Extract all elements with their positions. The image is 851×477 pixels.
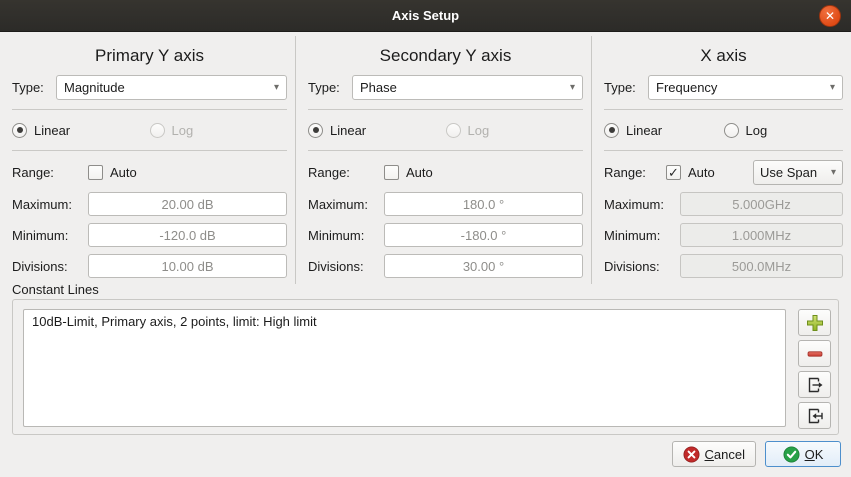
- range-label: Range:: [604, 165, 666, 180]
- secondary-y-axis-section: Secondary Y axis Type: Phase ▾ Linear Lo…: [296, 36, 592, 284]
- log-radio: Log: [446, 123, 490, 138]
- divisions-field[interactable]: [88, 254, 287, 278]
- close-button[interactable]: ✕: [819, 5, 841, 27]
- divisions-field[interactable]: [384, 254, 583, 278]
- checkbox-checked-icon: ✓: [666, 165, 681, 180]
- radio-button-icon: [12, 123, 27, 138]
- export-line-button[interactable]: [798, 371, 831, 398]
- separator: [308, 109, 583, 110]
- section-title: Secondary Y axis: [308, 46, 583, 70]
- cancel-button[interactable]: Cancel: [672, 441, 756, 467]
- type-select[interactable]: Magnitude ▾: [56, 75, 287, 100]
- chevron-down-icon: ▾: [274, 82, 279, 93]
- constant-lines-label: Constant Lines: [12, 282, 99, 297]
- type-select[interactable]: Phase ▾: [352, 75, 583, 100]
- type-label: Type:: [12, 80, 56, 95]
- minimum-label: Minimum:: [12, 228, 88, 243]
- checkbox-icon: [88, 165, 103, 180]
- cancel-icon: [683, 446, 700, 463]
- ok-check-icon: [783, 446, 800, 463]
- range-label: Range:: [308, 165, 384, 180]
- divisions-field: [680, 254, 843, 278]
- list-item[interactable]: 10dB-Limit, Primary axis, 2 points, limi…: [24, 310, 785, 333]
- maximum-label: Maximum:: [604, 197, 680, 212]
- chevron-down-icon: ▾: [830, 82, 835, 93]
- window-title: Axis Setup: [392, 8, 459, 23]
- type-selected-value: Magnitude: [64, 80, 274, 95]
- type-label: Type:: [308, 80, 352, 95]
- section-title: Primary Y axis: [12, 46, 287, 70]
- export-icon: [805, 375, 825, 395]
- type-select[interactable]: Frequency ▾: [648, 75, 843, 100]
- close-icon: ✕: [825, 10, 835, 22]
- radio-button-icon: [308, 123, 323, 138]
- minimum-field[interactable]: [384, 223, 583, 247]
- type-selected-value: Frequency: [656, 80, 830, 95]
- import-line-button[interactable]: [798, 402, 831, 429]
- divisions-label: Divisions:: [604, 259, 680, 274]
- log-radio: Log: [150, 123, 194, 138]
- minimum-field[interactable]: [88, 223, 287, 247]
- linear-radio[interactable]: Linear: [308, 123, 366, 138]
- maximum-field[interactable]: [88, 192, 287, 216]
- constant-lines-groupbox: 10dB-Limit, Primary axis, 2 points, limi…: [12, 299, 839, 435]
- radio-button-icon: [446, 123, 461, 138]
- cancel-label: Cancel: [705, 447, 745, 462]
- ok-button[interactable]: OK: [765, 441, 841, 467]
- maximum-field: [680, 192, 843, 216]
- span-mode-select[interactable]: Use Span ▾: [753, 160, 843, 185]
- checkbox-icon: [384, 165, 399, 180]
- import-icon: [805, 406, 825, 426]
- linear-radio[interactable]: Linear: [12, 123, 70, 138]
- radio-button-icon: [604, 123, 619, 138]
- separator: [12, 109, 287, 110]
- separator: [604, 109, 843, 110]
- radio-button-icon: [150, 123, 165, 138]
- chevron-down-icon: ▾: [831, 167, 836, 178]
- log-radio[interactable]: Log: [724, 123, 768, 138]
- type-selected-value: Phase: [360, 80, 570, 95]
- separator: [308, 150, 583, 151]
- type-label: Type:: [604, 80, 648, 95]
- maximum-label: Maximum:: [12, 197, 88, 212]
- dialog-footer: Cancel OK: [672, 441, 841, 467]
- maximum-label: Maximum:: [308, 197, 384, 212]
- auto-checkbox[interactable]: Auto: [384, 165, 433, 180]
- remove-line-button[interactable]: [798, 340, 831, 367]
- ok-label: OK: [805, 447, 824, 462]
- separator: [12, 150, 287, 151]
- x-axis-section: X axis Type: Frequency ▾ Linear Log: [592, 36, 851, 284]
- auto-checkbox[interactable]: ✓ Auto: [666, 165, 715, 180]
- maximum-field[interactable]: [384, 192, 583, 216]
- axis-setup-dialog: Axis Setup ✕ Primary Y axis Type: Magnit…: [0, 0, 851, 477]
- title-bar[interactable]: Axis Setup ✕: [0, 0, 851, 32]
- minimum-label: Minimum:: [308, 228, 384, 243]
- minus-icon: [805, 344, 825, 364]
- radio-button-icon: [724, 123, 739, 138]
- separator: [604, 150, 843, 151]
- minimum-label: Minimum:: [604, 228, 680, 243]
- range-label: Range:: [12, 165, 88, 180]
- section-title: X axis: [604, 46, 843, 70]
- primary-y-axis-section: Primary Y axis Type: Magnitude ▾ Linear …: [0, 36, 296, 284]
- constant-lines-toolbar: [798, 309, 831, 429]
- divisions-label: Divisions:: [12, 259, 88, 274]
- axis-columns: Primary Y axis Type: Magnitude ▾ Linear …: [0, 36, 851, 284]
- chevron-down-icon: ▾: [570, 82, 575, 93]
- constant-lines-list[interactable]: 10dB-Limit, Primary axis, 2 points, limi…: [23, 309, 786, 427]
- auto-checkbox[interactable]: Auto: [88, 165, 137, 180]
- plus-icon: [805, 313, 825, 333]
- linear-radio[interactable]: Linear: [604, 123, 662, 138]
- span-mode-selected-value: Use Span: [760, 165, 831, 180]
- add-line-button[interactable]: [798, 309, 831, 336]
- minimum-field: [680, 223, 843, 247]
- divisions-label: Divisions:: [308, 259, 384, 274]
